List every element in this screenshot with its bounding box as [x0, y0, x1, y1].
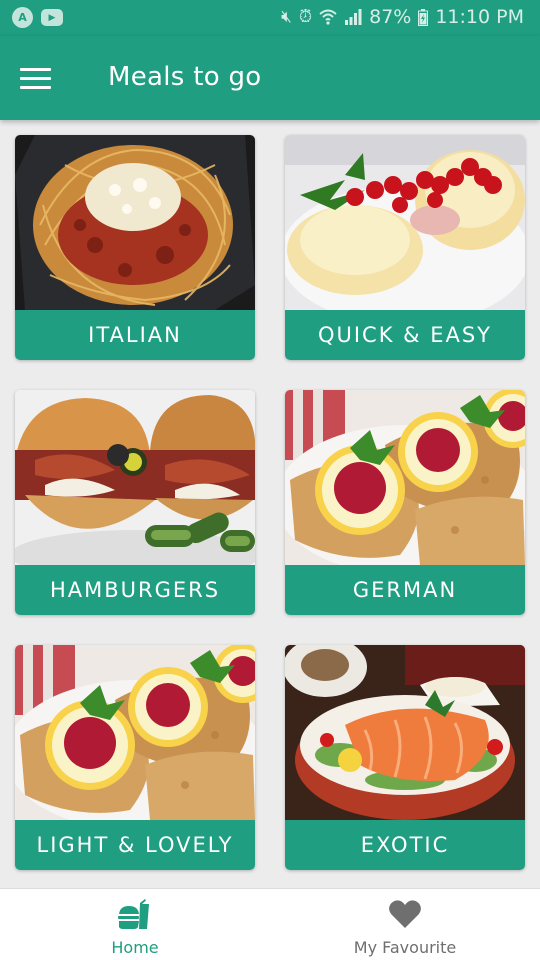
toast-with-currants-photo — [285, 135, 525, 310]
mute-icon: 🔇︎ — [281, 7, 292, 27]
nav-label-home: Home — [111, 938, 159, 957]
category-label: GERMAN — [285, 565, 525, 615]
signal-icon — [345, 9, 362, 25]
android-auto-icon: A — [12, 7, 33, 28]
app-bar: Meals to go — [0, 36, 540, 120]
status-left-icons: A ▶ — [12, 7, 63, 28]
wifi-icon — [319, 9, 337, 25]
salmon-salad-photo — [285, 645, 525, 820]
category-card-quick-easy[interactable]: QUICK & EASY — [285, 135, 525, 360]
clock: 11:10 PM — [435, 6, 524, 28]
alarm-icon: ⏰︎ — [298, 7, 313, 27]
category-grid: ITALIAN QUICK & EASY HAMBURGERS GERMAN L… — [0, 120, 540, 888]
battery-percent: 87% — [369, 6, 412, 28]
nav-label-my-favourite: My Favourite — [353, 938, 457, 957]
category-card-hamburgers[interactable]: HAMBURGERS — [15, 390, 255, 615]
status-bar: A ▶ 🔇︎ ⏰︎ 87% 11:10 PM — [0, 0, 540, 36]
nav-item-my-favourite[interactable]: My Favourite — [270, 889, 540, 960]
category-label: EXOTIC — [285, 820, 525, 870]
burgers-photo — [15, 390, 255, 565]
battery-icon — [418, 8, 429, 26]
category-label: HAMBURGERS — [15, 565, 255, 615]
category-card-exotic[interactable]: EXOTIC — [285, 645, 525, 870]
category-label: ITALIAN — [15, 310, 255, 360]
hamburger-menu-icon[interactable] — [20, 68, 52, 90]
category-card-italian[interactable]: ITALIAN — [15, 135, 255, 360]
heart-icon — [389, 900, 421, 928]
category-card-german[interactable]: GERMAN — [285, 390, 525, 615]
app-title: Meals to go — [108, 62, 262, 92]
spaghetti-photo — [15, 135, 255, 310]
youtube-icon: ▶ — [41, 9, 63, 26]
category-label: LIGHT & LOVELY — [15, 820, 255, 870]
schnitzel-photo — [285, 390, 525, 565]
category-label: QUICK & EASY — [285, 310, 525, 360]
status-right-icons: 🔇︎ ⏰︎ 87% 11:10 PM — [281, 6, 524, 28]
bottom-nav: Home My Favourite — [0, 888, 540, 960]
nav-item-home[interactable]: Home — [0, 889, 270, 960]
schnitzel-photo — [15, 645, 255, 820]
burger-drink-icon — [118, 899, 149, 929]
category-card-light-lovely[interactable]: LIGHT & LOVELY — [15, 645, 255, 870]
